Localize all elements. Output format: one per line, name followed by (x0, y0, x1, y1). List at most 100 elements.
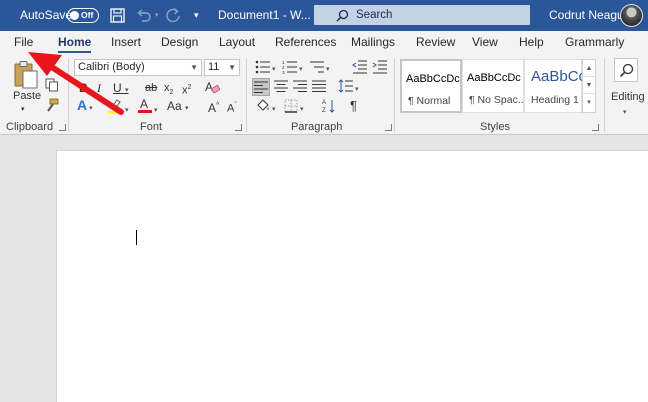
line-spacing-icon[interactable] (338, 79, 354, 93)
document-area (0, 135, 648, 402)
align-left-icon (254, 81, 268, 93)
bold-icon[interactable]: B (79, 81, 88, 95)
svg-text:3: 3 (282, 70, 285, 74)
style-normal[interactable]: AaBbCcDc ¶ Normal (400, 59, 462, 113)
document-page[interactable] (56, 150, 648, 402)
undo-icon[interactable] (136, 8, 152, 23)
text-cursor (136, 230, 137, 245)
pilcrow-icon[interactable]: ¶ (350, 99, 357, 113)
chevron-down-icon[interactable]: ▾ (125, 101, 129, 118)
align-right-icon[interactable] (293, 80, 307, 92)
scroll-down-icon[interactable]: ▼ (583, 77, 595, 94)
clipboard-launcher-icon[interactable] (59, 124, 66, 131)
ribbon-tabs: File Home Insert Design Layout Reference… (0, 31, 648, 54)
grow-font-icon[interactable]: A^ (208, 99, 219, 115)
tab-references[interactable]: References (275, 31, 336, 54)
chevron-down-icon[interactable]: ▾ (299, 60, 303, 77)
font-color-icon[interactable]: A (138, 97, 152, 114)
user-name[interactable]: Codrut Neagu (549, 0, 624, 31)
svg-text:Z: Z (322, 108, 326, 114)
numbering-icon[interactable]: 1 2 3 (282, 60, 298, 74)
align-left-button[interactable] (252, 78, 270, 96)
ribbon: Paste ▾ ✂ Clipboard Calibri (Body) ▼ 11 … (0, 54, 648, 135)
chevron-down-icon[interactable]: ▾ (272, 100, 276, 117)
styles-launcher-icon[interactable] (592, 124, 599, 131)
customize-qat-icon[interactable]: ▾ (194, 8, 199, 22)
styles-scrollbar[interactable]: ▲ ▼ ▾ (582, 59, 596, 113)
subscript-icon[interactable]: x2 (164, 81, 173, 100)
cut-icon[interactable]: ✂ (46, 59, 57, 73)
more-styles-icon[interactable]: ▾ (583, 94, 595, 111)
font-launcher-icon[interactable] (235, 124, 242, 131)
tab-review[interactable]: Review (416, 31, 455, 54)
tab-help[interactable]: Help (519, 31, 544, 54)
shading-icon[interactable] (255, 98, 271, 114)
tab-mailings[interactable]: Mailings (351, 31, 395, 54)
paste-label[interactable]: Paste (13, 89, 41, 103)
tab-view[interactable]: View (472, 31, 498, 54)
editing-button[interactable]: Editing ▾ (608, 58, 646, 118)
search-icon (336, 9, 349, 22)
editing-label: Editing (611, 91, 645, 103)
undo-dropdown-icon[interactable]: ▾ (155, 9, 159, 23)
tab-insert[interactable]: Insert (111, 31, 141, 54)
group-divider (394, 58, 395, 132)
tab-design[interactable]: Design (161, 31, 198, 54)
bullets-icon[interactable] (255, 60, 271, 74)
change-case-icon[interactable]: Aa ▾ (167, 99, 189, 116)
tab-layout[interactable]: Layout (219, 31, 255, 54)
tab-grammarly[interactable]: Grammarly (565, 31, 624, 54)
search-label: Search (356, 9, 393, 21)
borders-icon[interactable] (284, 99, 298, 113)
align-center-icon[interactable] (274, 80, 288, 92)
copy-icon[interactable] (45, 78, 59, 92)
search-box[interactable]: Search (314, 5, 530, 25)
chevron-down-icon[interactable]: ▾ (154, 101, 158, 118)
style-name: ¶ Normal (408, 95, 451, 107)
paste-dropdown-icon[interactable]: ▾ (21, 103, 25, 117)
multilevel-list-icon[interactable] (309, 60, 325, 74)
title-bar: AutoSave Off ▾ ▾ Document1 - W... Search… (0, 0, 648, 31)
user-avatar[interactable] (620, 4, 643, 27)
search-icon (619, 63, 634, 78)
autosave-label: AutoSave (20, 8, 73, 22)
style-sample: AaBbCc (531, 68, 587, 85)
chevron-down-icon[interactable]: ▾ (355, 80, 359, 97)
shrink-font-icon[interactable]: Aˇ (227, 99, 237, 116)
underline-icon[interactable]: U ▾ (113, 81, 129, 98)
sort-icon[interactable]: AZ (322, 98, 336, 114)
format-painter-icon[interactable] (45, 98, 59, 112)
style-sample: AaBbCcDc (406, 73, 460, 85)
strikethrough-icon[interactable]: ab (145, 81, 157, 95)
font-name-combo[interactable]: Calibri (Body) ▼ (74, 59, 202, 76)
redo-icon[interactable] (165, 7, 181, 23)
autosave-toggle[interactable]: Off (67, 8, 99, 23)
chevron-down-icon[interactable]: ▾ (300, 100, 304, 117)
svg-text:A: A (205, 80, 213, 94)
style-heading-1[interactable]: AaBbCc Heading 1 (524, 59, 586, 113)
increase-indent-icon[interactable] (372, 60, 388, 74)
scroll-up-icon[interactable]: ▲ (583, 60, 595, 77)
save-icon[interactable] (110, 8, 125, 23)
tab-home[interactable]: Home (58, 31, 92, 54)
italic-icon[interactable]: I (97, 81, 101, 95)
tab-file[interactable]: File (14, 31, 33, 54)
styles-gallery: AaBbCcDc ¶ Normal AaBbCcDc ¶ No Spac... … (400, 59, 596, 113)
chevron-down-icon[interactable]: ▾ (326, 60, 330, 77)
decrease-indent-icon[interactable] (352, 60, 368, 74)
justify-icon[interactable] (312, 80, 326, 92)
style-name: Heading 1 (531, 94, 579, 106)
superscript-icon[interactable]: x2 (182, 81, 191, 98)
paste-icon[interactable] (12, 60, 40, 90)
chevron-down-icon[interactable]: ▾ (272, 60, 276, 77)
font-size-value: 11 (208, 61, 220, 73)
autosave-state: Off (81, 10, 94, 20)
highlight-icon[interactable] (108, 98, 122, 114)
group-divider (68, 58, 69, 132)
style-no-spacing[interactable]: AaBbCcDc ¶ No Spac... (462, 59, 527, 113)
text-effects-icon[interactable]: A ▾ (77, 98, 93, 116)
paragraph-launcher-icon[interactable] (385, 124, 392, 131)
clear-formatting-icon[interactable]: A (204, 79, 220, 95)
font-size-combo[interactable]: 11 ▼ (204, 59, 240, 76)
chevron-down-icon: ▼ (190, 63, 198, 72)
